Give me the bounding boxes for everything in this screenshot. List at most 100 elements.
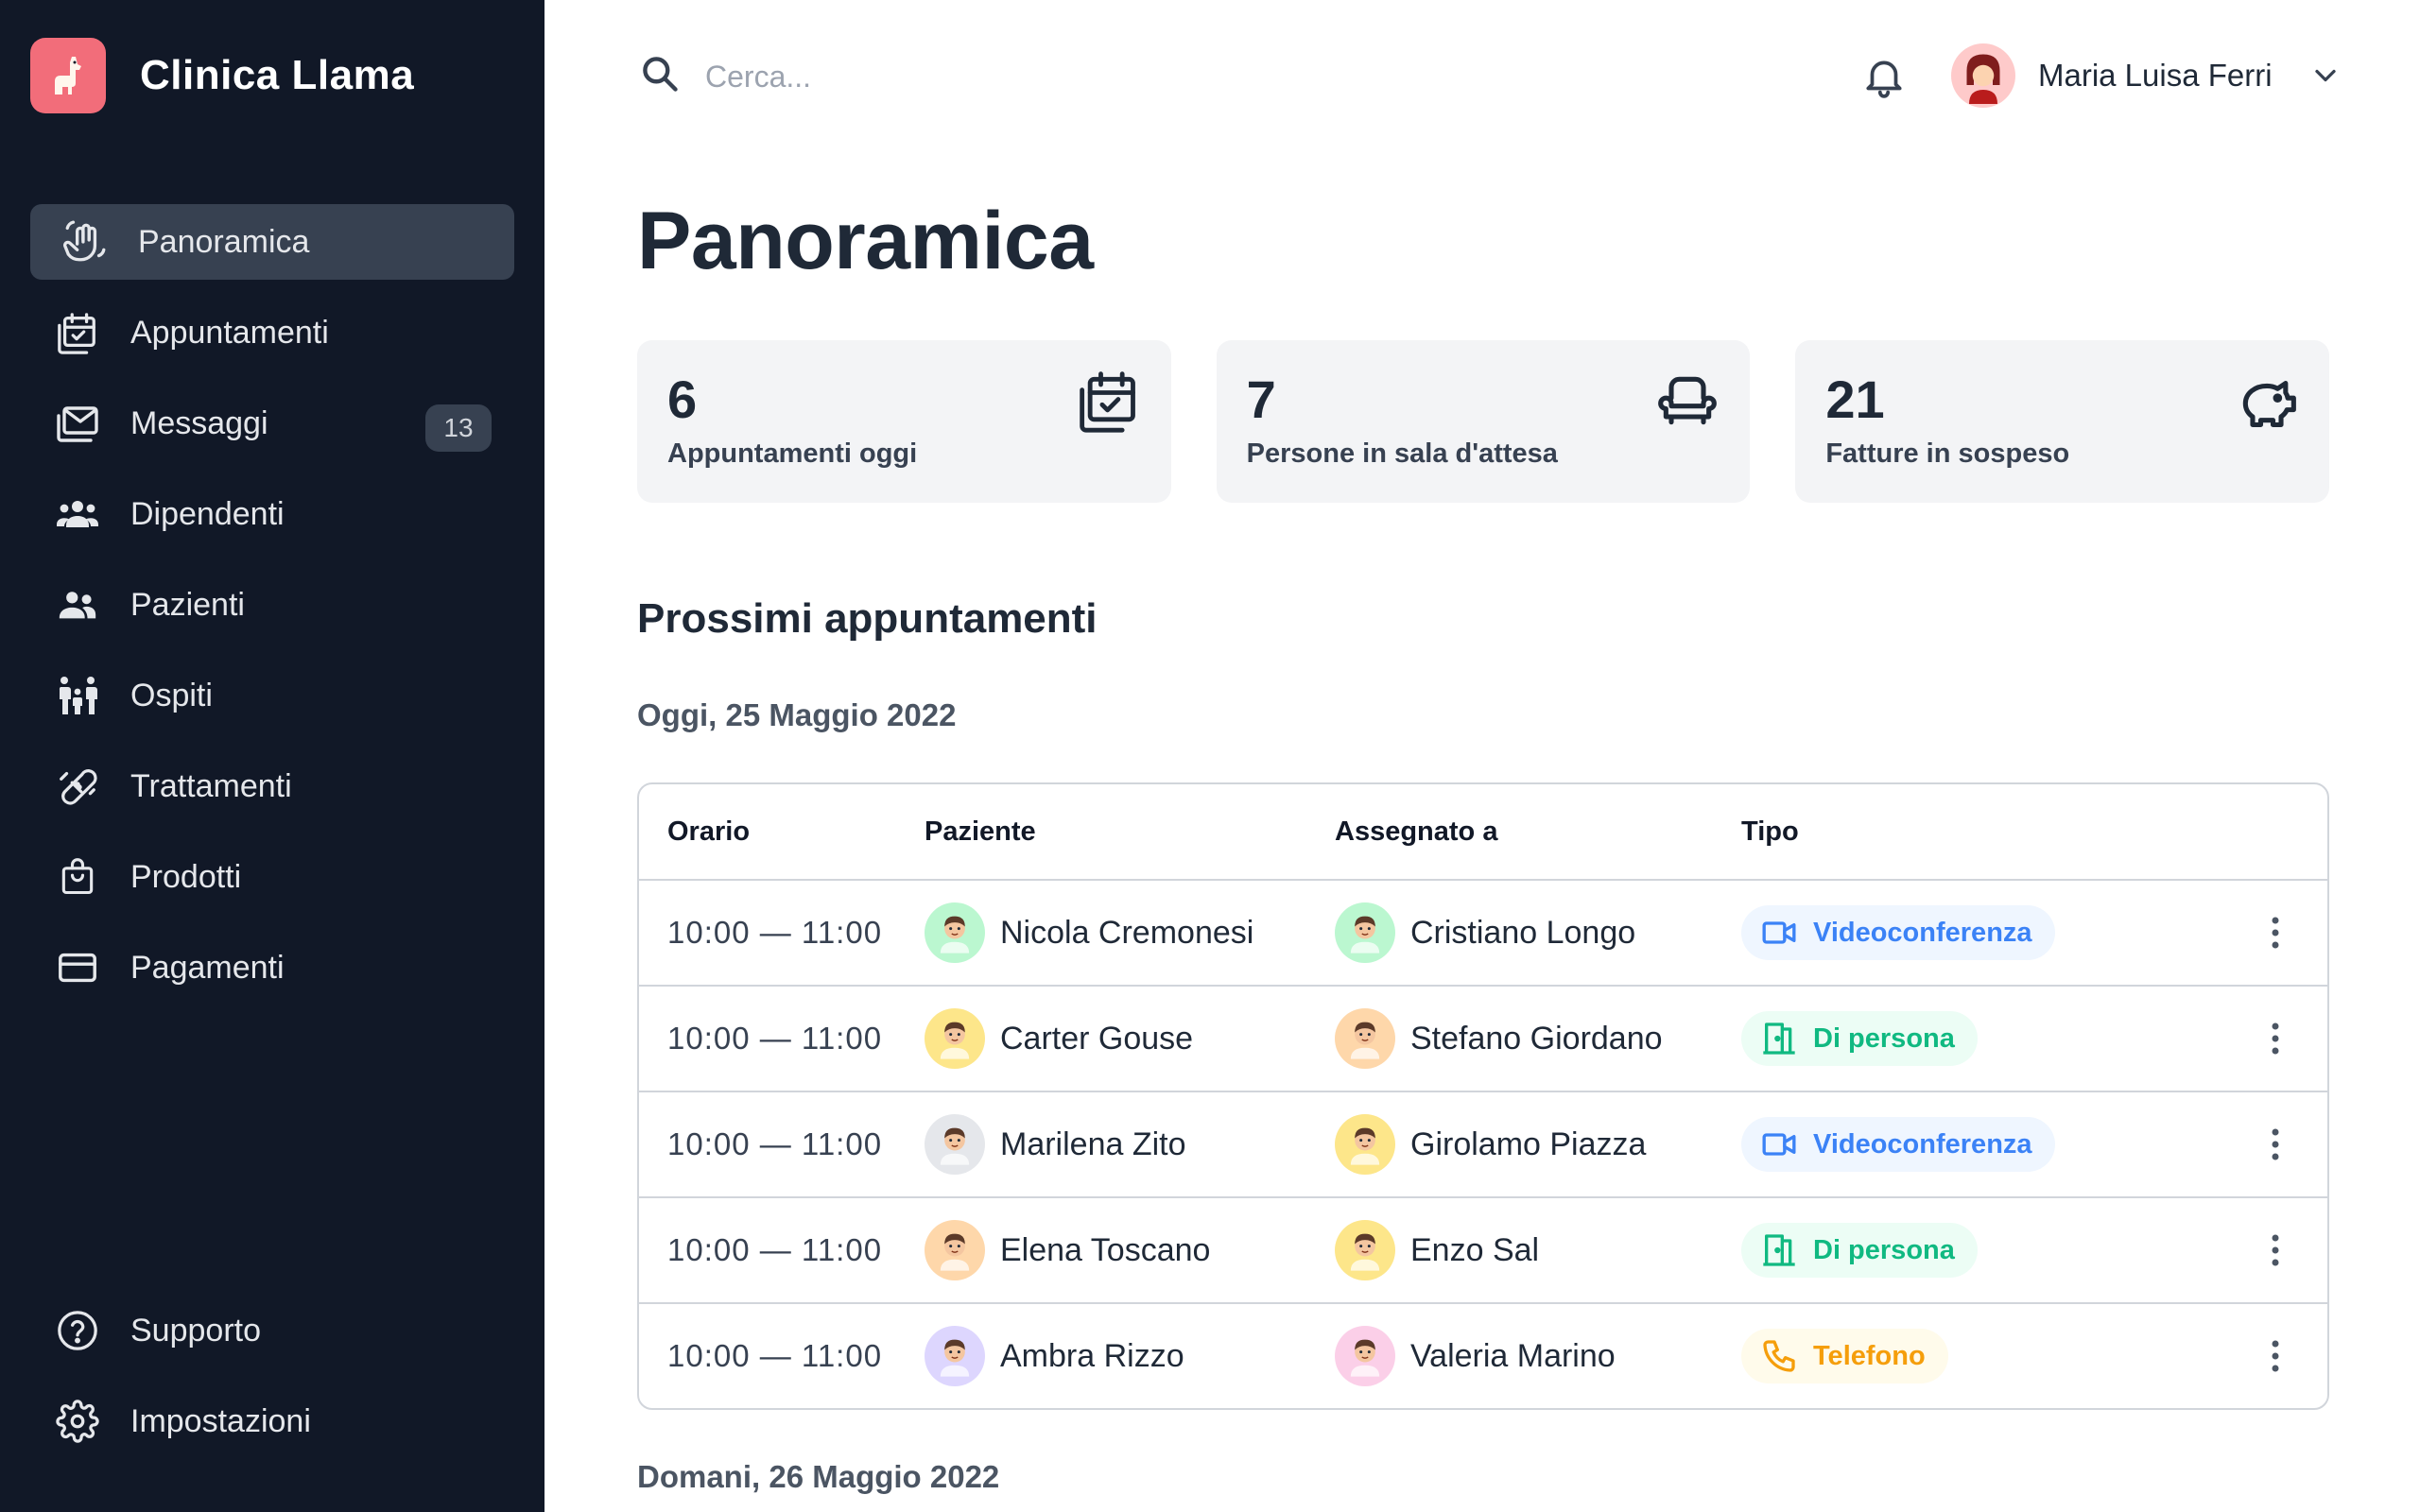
sidebar-item-trattamenti[interactable]: Trattamenti	[30, 748, 514, 824]
sidebar-item-label: Panoramica	[138, 223, 310, 260]
avatar	[925, 902, 985, 963]
sidebar-item-ospiti[interactable]: Ospiti	[30, 658, 514, 733]
page-title: Panoramica	[637, 196, 1094, 286]
sidebar-bottom-nav: Supporto Impostazioni	[30, 1293, 514, 1474]
appointment-type-label: Di persona	[1813, 1022, 1955, 1054]
table-header-row: Orario Paziente Assegnato a Tipo	[639, 784, 2327, 879]
table-row[interactable]: 10:00 — 11:00 Ambra Rizzo Valeria Marino Te…	[639, 1302, 2327, 1408]
sidebar-item-panoramica[interactable]: Panoramica	[30, 204, 514, 280]
more-options-icon[interactable]	[2261, 1332, 2290, 1380]
appointment-time: 10:00 — 11:00	[667, 1232, 883, 1267]
appointment-type-label: Telefono	[1813, 1340, 1926, 1371]
appointment-time: 10:00 — 11:00	[667, 1126, 883, 1161]
column-header-patient[interactable]: Paziente	[925, 816, 1036, 848]
sidebar-item-label: Supporto	[130, 1312, 261, 1349]
assigned-cell[interactable]: Enzo Sal	[1335, 1220, 1539, 1280]
stat-value: 21	[1825, 369, 1885, 429]
date-heading-today: Oggi, 25 Maggio 2022	[637, 697, 957, 732]
patient-cell[interactable]: Nicola Cremonesi	[925, 902, 1253, 963]
stat-value: 6	[667, 369, 698, 429]
column-header-type[interactable]: Tipo	[1741, 816, 1799, 848]
topbar: Maria Luisa Ferri	[544, 0, 2420, 155]
calendar-check-icon	[1077, 369, 1141, 433]
appointment-type-badge: Videoconferenza	[1741, 1117, 2055, 1172]
table-row[interactable]: 10:00 — 11:00 Elena Toscano Enzo Sal Di per…	[639, 1196, 2327, 1302]
column-header-assigned[interactable]: Assegnato a	[1335, 816, 1497, 848]
assigned-name: Stefano Giordano	[1410, 1020, 1663, 1057]
waving-hand-icon	[60, 217, 110, 266]
stat-card-invoices[interactable]: 21 Fatture in sospeso	[1795, 340, 2330, 503]
table-row[interactable]: 10:00 — 11:00 Carter Gouse Stefano Giordan…	[639, 985, 2327, 1091]
sidebar-item-supporto[interactable]: Supporto	[30, 1293, 514, 1368]
video-camera-icon	[1758, 1124, 1800, 1165]
assigned-cell[interactable]: Cristiano Longo	[1335, 902, 1635, 963]
sidebar-item-label: Dipendenti	[130, 495, 285, 532]
patient-cell[interactable]: Elena Toscano	[925, 1220, 1210, 1280]
patient-cell[interactable]: Carter Gouse	[925, 1008, 1193, 1069]
brand-name: Clinica Llama	[140, 52, 415, 98]
more-options-icon[interactable]	[2261, 909, 2290, 956]
more-options-icon[interactable]	[2261, 1227, 2290, 1274]
table-row[interactable]: 10:00 — 11:00 Marilena Zito Girolamo Piazz…	[639, 1091, 2327, 1196]
stat-card-appointments[interactable]: 6 Appuntamenti oggi	[637, 340, 1171, 503]
chevron-down-icon[interactable]	[2308, 59, 2342, 93]
appointment-type-badge: Di persona	[1741, 1011, 1978, 1066]
patient-name: Carter Gouse	[1000, 1020, 1194, 1057]
appointment-type-badge: Telefono	[1741, 1329, 1948, 1383]
sidebar: Clinica Llama Panoramica Appuntamenti Me…	[0, 0, 544, 1512]
stat-label: Appuntamenti oggi	[667, 438, 918, 469]
patient-cell[interactable]: Ambra Rizzo	[925, 1326, 1184, 1386]
sidebar-item-pagamenti[interactable]: Pagamenti	[30, 930, 514, 1005]
assigned-cell[interactable]: Valeria Marino	[1335, 1326, 1616, 1386]
calendar-check-icon	[53, 308, 102, 357]
sidebar-item-pazienti[interactable]: Pazienti	[30, 567, 514, 643]
assigned-cell[interactable]: Girolamo Piazza	[1335, 1114, 1646, 1175]
stat-label: Fatture in sospeso	[1825, 438, 2070, 469]
appointment-time: 10:00 — 11:00	[667, 915, 883, 950]
sidebar-nav: Panoramica Appuntamenti Messaggi 13 Dipe…	[30, 204, 514, 1021]
sidebar-item-prodotti[interactable]: Prodotti	[30, 839, 514, 915]
sidebar-item-label: Trattamenti	[130, 767, 292, 804]
bandage-icon	[53, 762, 102, 811]
user-menu[interactable]: Maria Luisa Ferri	[1951, 42, 2342, 110]
sidebar-item-messaggi[interactable]: Messaggi 13	[30, 386, 514, 461]
appointment-time: 10:00 — 11:00	[667, 1338, 883, 1373]
armchair-icon	[1655, 369, 1720, 433]
bell-icon[interactable]	[1860, 53, 1908, 100]
sidebar-item-appuntamenti[interactable]: Appuntamenti	[30, 295, 514, 370]
more-options-icon[interactable]	[2261, 1015, 2290, 1062]
appointment-type-label: Videoconferenza	[1813, 917, 2032, 948]
more-options-icon[interactable]	[2261, 1121, 2290, 1168]
appointments-table: Orario Paziente Assegnato a Tipo 10:00 —…	[637, 782, 2329, 1410]
stat-card-waiting-room[interactable]: 7 Persone in sala d'attesa	[1216, 340, 1751, 503]
table-row[interactable]: 10:00 — 11:00 Nicola Cremonesi Cristiano L…	[639, 879, 2327, 985]
mail-icon	[53, 399, 102, 448]
column-header-time[interactable]: Orario	[667, 816, 750, 848]
brand[interactable]: Clinica Llama	[30, 38, 414, 113]
phone-icon	[1758, 1335, 1800, 1377]
door-icon	[1758, 1229, 1800, 1271]
unread-count-badge: 13	[425, 404, 492, 452]
shopping-bag-icon	[53, 852, 102, 902]
assigned-cell[interactable]: Stefano Giordano	[1335, 1008, 1663, 1069]
sidebar-item-label: Messaggi	[130, 404, 268, 441]
search-input[interactable]	[705, 43, 1272, 110]
stats-row: 6 Appuntamenti oggi 7 Persone in sala d'…	[637, 340, 2330, 503]
sidebar-item-label: Pagamenti	[130, 949, 285, 986]
sidebar-item-label: Pazienti	[130, 586, 245, 623]
patient-name: Nicola Cremonesi	[1000, 914, 1254, 951]
appointment-type-label: Di persona	[1813, 1234, 1955, 1265]
sidebar-item-impostazioni[interactable]: Impostazioni	[30, 1383, 514, 1459]
appointment-type-label: Videoconferenza	[1813, 1128, 2032, 1160]
patient-cell[interactable]: Marilena Zito	[925, 1114, 1186, 1175]
section-title: Prossimi appuntamenti	[637, 595, 1098, 642]
search-icon[interactable]	[639, 53, 681, 94]
sidebar-item-dipendenti[interactable]: Dipendenti	[30, 476, 514, 552]
assigned-name: Girolamo Piazza	[1410, 1125, 1647, 1162]
people-icon	[53, 580, 102, 629]
user-name: Maria Luisa Ferri	[2038, 58, 2273, 93]
patient-name: Ambra Rizzo	[1000, 1337, 1184, 1374]
appointment-type-badge: Di persona	[1741, 1223, 1978, 1278]
avatar	[1335, 902, 1395, 963]
llama-icon	[30, 38, 106, 113]
